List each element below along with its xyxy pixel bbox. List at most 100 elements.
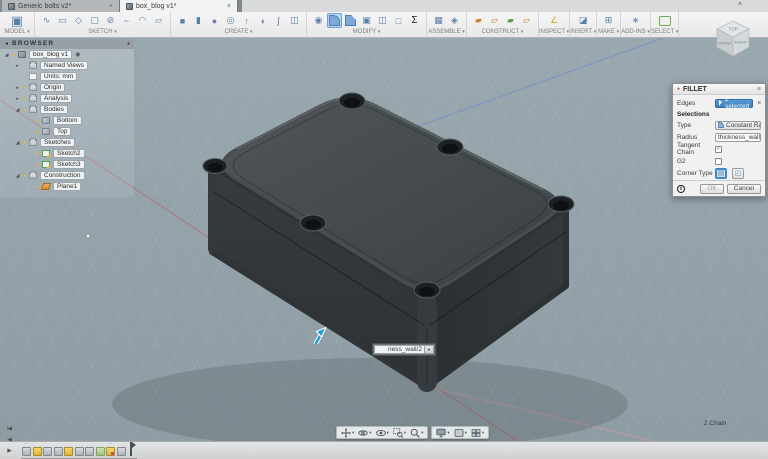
setback-corner-button[interactable]: ◰ <box>732 167 744 179</box>
single-viewport-icon[interactable]: ▾ <box>452 428 469 438</box>
pan-icon[interactable]: ▾ <box>339 427 356 438</box>
create-dropdown[interactable]: CREATE ▾ <box>224 29 252 37</box>
visibility-bulb-icon[interactable]: ● <box>10 52 17 58</box>
close-tab-icon[interactable]: × <box>227 3 231 10</box>
tree-item-label[interactable]: Top <box>53 127 72 136</box>
fillet-icon[interactable] <box>327 13 342 28</box>
canvas-radius-input[interactable]: ness_wall/2 ▾ <box>372 343 436 356</box>
mirror-icon[interactable]: ◫ <box>287 13 302 28</box>
visibility-bulb-icon[interactable]: ● <box>34 162 41 168</box>
change-parameters-icon[interactable]: Σ <box>407 13 422 28</box>
tree-item-label[interactable]: Sketch3 <box>53 160 85 169</box>
visibility-bulb-icon[interactable]: ● <box>34 184 41 190</box>
tree-item-label[interactable]: Sketch2 <box>53 149 85 158</box>
browser-item-plane1[interactable]: ● Plane1 <box>0 181 134 192</box>
spline-icon[interactable]: ∿ <box>39 13 54 28</box>
construction-axis-icon[interactable]: ▰ <box>503 13 518 28</box>
split-body-icon[interactable]: ◫ <box>375 13 390 28</box>
torus-icon[interactable]: ◎ <box>223 13 238 28</box>
orbit-icon[interactable]: ▾ <box>356 428 373 438</box>
box-feature[interactable] <box>22 441 31 456</box>
tree-item-label[interactable]: box_blog v1 <box>29 50 73 59</box>
g2-checkbox[interactable] <box>715 157 722 165</box>
look-at-icon[interactable]: ▾ <box>374 428 391 438</box>
tree-item-label[interactable]: Bodies <box>40 105 68 114</box>
edges-selection-chip[interactable]: 2 selected <box>715 96 754 110</box>
offset-plane-feature[interactable] <box>95 447 105 456</box>
slot-icon[interactable]: ▢ <box>87 13 102 28</box>
browser-item-construction[interactable]: ◢ ● Construction <box>0 170 134 181</box>
radius-value-field[interactable]: ness_wall/2 <box>374 345 425 354</box>
visibility-bulb-icon[interactable]: ● <box>21 173 28 179</box>
extrude-icon[interactable]: ↑ <box>239 13 254 28</box>
extrude-feature[interactable] <box>74 447 84 456</box>
circle-icon[interactable]: ⊘ <box>103 13 118 28</box>
fillet-dialog-titlebar[interactable]: ● FILLET ≡ <box>673 84 765 95</box>
toolbar-collapse-icon[interactable]: ^ <box>738 1 742 11</box>
revolve-icon[interactable]: ◖ <box>255 13 270 28</box>
modify-dropdown[interactable]: MODIFY ▾ <box>353 29 380 37</box>
arc-icon[interactable]: ◠ <box>135 13 150 28</box>
add-ins-icon[interactable]: ∗ <box>628 13 643 28</box>
tree-item-label[interactable]: Bottom <box>53 116 82 125</box>
browser-item-analysis[interactable]: ▸ ● Analysis <box>0 93 134 104</box>
visibility-bulb-icon[interactable]: ● <box>34 118 41 124</box>
midplane-icon[interactable]: ▱ <box>487 13 502 28</box>
tree-item-label[interactable]: Analysis <box>40 94 73 103</box>
sketch-feature[interactable] <box>64 447 73 456</box>
active-component-icon[interactable]: ◉ <box>75 51 80 58</box>
tree-item-label[interactable]: Construction <box>40 171 85 180</box>
type-dropdown[interactable]: Constant Radius ▾ <box>715 120 761 130</box>
sphere-icon[interactable]: ● <box>207 13 222 28</box>
tab-generic-bolts[interactable]: Generic bolts v2* × <box>2 0 120 12</box>
chamfer-icon[interactable] <box>343 13 358 28</box>
browser-item-bottom[interactable]: ● Bottom <box>0 115 134 126</box>
make-dropdown[interactable]: MAKE ▾ <box>598 29 619 37</box>
browser-item-sketch3[interactable]: ● Sketch3 <box>0 159 134 170</box>
browser-filter-icon[interactable]: ● <box>127 41 130 47</box>
close-tab-icon[interactable]: × <box>109 3 113 10</box>
expand-arrow-icon[interactable]: ◢ <box>14 107 21 113</box>
tree-item-label[interactable]: Plane1 <box>53 182 82 191</box>
curve-icon[interactable]: ~ <box>119 13 134 28</box>
tangent-chain-checkbox[interactable]: ✓ <box>715 145 722 153</box>
chevron-down-icon[interactable]: ▾ <box>425 345 434 354</box>
sketch-dropdown[interactable]: SKETCH ▾ <box>88 29 117 37</box>
browser-item-named-views[interactable]: ▸ Named Views <box>0 60 134 71</box>
clear-selection-icon[interactable]: × <box>757 100 761 107</box>
browser-item-top[interactable]: ● Top <box>0 126 134 137</box>
display-settings-icon[interactable]: ▾ <box>434 428 451 438</box>
go-to-start-button[interactable]: |◀ <box>4 423 14 434</box>
origin-point[interactable] <box>85 233 91 239</box>
construction-point-icon[interactable]: ▱ <box>519 13 534 28</box>
sweep-icon[interactable]: ∫ <box>271 13 286 28</box>
select-dropdown[interactable]: SELECT ▾ <box>651 29 678 37</box>
zoom-icon[interactable]: ▾ <box>408 428 425 438</box>
visibility-bulb-icon[interactable]: ● <box>21 96 28 102</box>
assemble-dropdown[interactable]: ASSEMBLE ▾ <box>428 29 465 37</box>
fillet-feature[interactable] <box>116 447 126 456</box>
box-icon[interactable]: ■ <box>175 13 190 28</box>
combine-icon[interactable]: ▣ <box>359 13 374 28</box>
sketch-feature[interactable] <box>106 441 115 456</box>
browser-item-sketches[interactable]: ◢ ● Sketches <box>0 137 134 148</box>
step-back-button[interactable]: ◀ <box>4 434 14 445</box>
radius-input[interactable]: thickness_wall / 2 ▾ <box>715 132 761 142</box>
shell-icon[interactable]: □ <box>391 13 406 28</box>
tab-box-blog[interactable]: box_blog v1* × <box>120 0 238 12</box>
press-pull-icon[interactable]: ◉ <box>311 13 326 28</box>
expand-arrow-icon[interactable]: ◢ <box>14 173 21 179</box>
shell-feature[interactable] <box>53 447 63 456</box>
expand-arrow-icon[interactable]: ▸ <box>14 63 21 69</box>
play-button[interactable]: ▶ <box>4 445 14 456</box>
tree-item-label[interactable]: Origin <box>40 83 66 92</box>
info-icon[interactable]: i <box>677 184 685 193</box>
visibility-bulb-icon[interactable]: ● <box>21 107 28 113</box>
project-icon[interactable]: ▱ <box>151 13 166 28</box>
extrude-feature[interactable] <box>43 447 52 456</box>
cancel-button[interactable]: Cancel <box>726 183 761 194</box>
combine-feature[interactable] <box>85 447 94 456</box>
browser-item-root[interactable]: ◢ ● box_blog v1 ◉ <box>0 49 134 60</box>
sketch-feature[interactable] <box>32 447 42 456</box>
model-dropdown[interactable]: MODEL ▾ <box>4 29 29 37</box>
